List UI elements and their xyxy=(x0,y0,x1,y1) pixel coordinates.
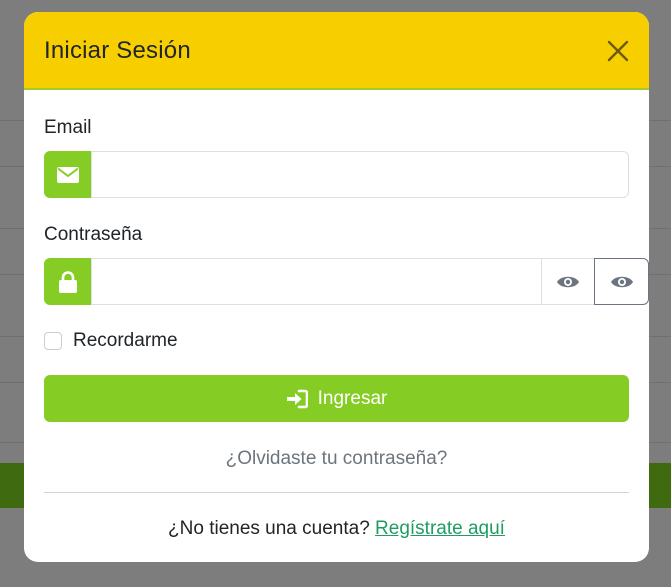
close-button[interactable] xyxy=(606,39,630,63)
modal-header: Iniciar Sesión xyxy=(24,12,649,90)
email-label: Email xyxy=(44,117,92,138)
login-modal: Iniciar Sesión Email Contraseña Recordar… xyxy=(24,12,649,562)
eye-icon xyxy=(557,276,579,287)
email-addon xyxy=(44,151,91,198)
toggle-password-button[interactable] xyxy=(541,258,595,305)
close-icon xyxy=(607,40,629,62)
forgot-password-link[interactable]: ¿Olvidaste tu contraseña? xyxy=(24,448,649,470)
lock-icon xyxy=(58,270,77,293)
sign-in-icon xyxy=(286,389,308,409)
register-link[interactable]: Regístrate aquí xyxy=(375,518,505,539)
remember-checkbox[interactable] xyxy=(44,332,62,350)
modal-title: Iniciar Sesión xyxy=(44,37,191,64)
login-button[interactable]: Ingresar xyxy=(44,375,629,422)
signup-row: ¿No tienes una cuenta? Regístrate aquí xyxy=(24,518,649,540)
email-input-group xyxy=(44,151,629,198)
password-addon xyxy=(44,258,91,305)
toggle-password-button-alt[interactable] xyxy=(594,258,649,305)
remember-me-row: Recordarme xyxy=(44,330,178,352)
envelope-icon xyxy=(56,166,79,183)
login-button-label: Ingresar xyxy=(317,387,388,409)
password-field[interactable] xyxy=(91,258,542,305)
email-field[interactable] xyxy=(91,151,629,198)
eye-icon xyxy=(610,276,633,287)
no-account-text: ¿No tienes una cuenta? xyxy=(168,518,370,539)
password-input-group xyxy=(44,258,649,305)
divider xyxy=(44,492,629,493)
password-label: Contraseña xyxy=(44,224,143,245)
remember-label[interactable]: Recordarme xyxy=(73,330,178,352)
